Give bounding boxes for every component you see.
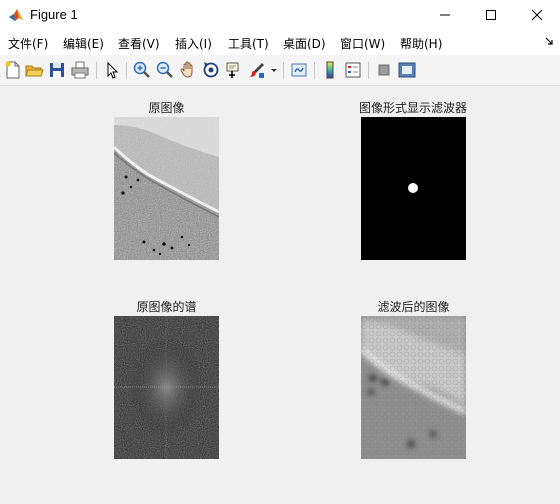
show-plot-tools-icon[interactable] [397,60,417,80]
zoom-out-icon[interactable] [155,60,175,80]
matlab-icon [8,7,24,23]
pan-icon[interactable] [178,60,198,80]
title-bar: Figure 1 [0,0,560,30]
plot-title-original: 原图像 [148,101,185,115]
plot-title-filter: 图像形式显示滤波器 [358,101,467,115]
menu-view[interactable]: 查看(V) [118,35,160,52]
save-icon[interactable] [47,60,67,80]
minimize-button[interactable] [422,0,468,30]
filter-image [361,117,466,260]
maximize-button[interactable] [468,0,514,30]
new-figure-icon[interactable] [3,60,23,80]
dock-arrow-icon[interactable] [544,34,554,48]
close-button[interactable] [514,0,560,30]
toolbar-separator [368,62,369,79]
colorbar-icon[interactable] [320,60,340,80]
menu-file[interactable]: 文件(F) [8,35,48,52]
toolbar-separator [96,62,97,79]
menu-edit[interactable]: 编辑(E) [63,35,104,52]
rotate-3d-icon[interactable] [201,60,221,80]
brush-icon[interactable] [247,60,267,80]
menu-window[interactable]: 窗口(W) [340,35,385,52]
figure-toolbar [0,55,560,86]
close-icon [531,6,543,25]
legend-icon[interactable] [343,60,363,80]
pointer-icon[interactable] [102,60,122,80]
toolbar-separator [126,62,127,79]
original-image [114,117,219,260]
plot-title-filtered: 滤波后的图像 [377,300,450,314]
toolbar-separator [283,62,284,79]
menu-insert[interactable]: 插入(I) [175,35,212,52]
filtered-image [361,316,466,459]
plot-title-spectrum: 原图像的谱 [136,300,197,314]
open-file-icon[interactable] [24,60,44,80]
menu-desktop[interactable]: 桌面(D) [283,35,326,52]
brush-dropdown-icon[interactable] [269,60,279,80]
window-title: Figure 1 [30,7,78,22]
print-icon[interactable] [70,60,90,80]
menu-bar: 文件(F) 编辑(E) 查看(V) 插入(I) 工具(T) 桌面(D) 窗口(W… [0,30,560,55]
data-cursor-icon[interactable] [224,60,244,80]
hide-plot-tools-icon[interactable] [374,60,394,80]
spectrum-image [114,316,219,459]
figure-window: Figure 1 文件(F) 编辑(E) 查看(V) 插入(I) 工具(T) 桌… [0,0,560,504]
maximize-icon [485,6,497,25]
toolbar-separator [314,62,315,79]
link-plot-icon[interactable] [289,60,309,80]
menu-tools[interactable]: 工具(T) [228,35,269,52]
zoom-in-icon[interactable] [132,60,152,80]
menu-help[interactable]: 帮助(H) [400,35,442,52]
minimize-icon [439,6,451,25]
